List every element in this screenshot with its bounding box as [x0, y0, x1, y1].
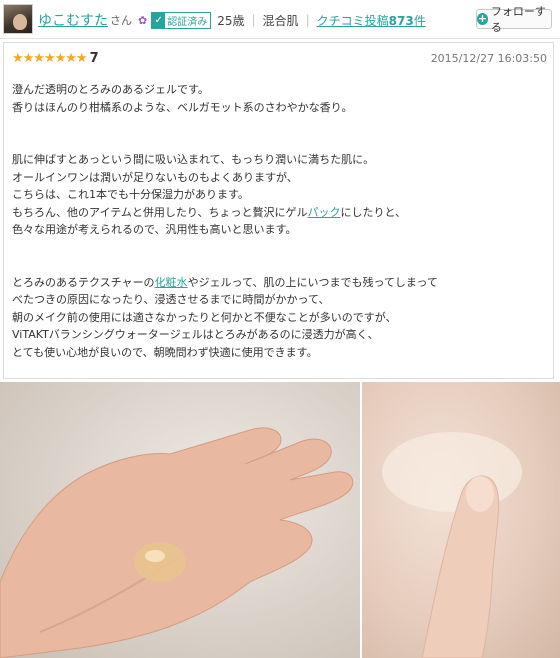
reviewer-header: ゆこむすた さん ✿ ✓ 認証済み 25歳 | 混合肌 | クチコミ投稿873件… — [0, 0, 560, 39]
flower-icon: ✿ — [138, 13, 148, 27]
review-line: とろみのあるテクスチャーの化粧水やジェルって、肌の上にいつまでも残ってしまって — [12, 274, 547, 292]
posts-suffix: 件 — [413, 13, 426, 28]
review-line: べたつきの原因になったり、浸透させるまでに時間がかかって、 — [12, 293, 330, 306]
review-date: 2015/12/27 16:03:50 — [430, 52, 547, 65]
review-card: ★★★★★★★ 7 2015/12/27 16:03:50 澄んだ透明のとろみの… — [3, 42, 554, 379]
hand-illustration — [0, 427, 354, 658]
honorific: さん — [110, 14, 132, 27]
review-text: もちろん、他のアイテムと併用したり、ちょっと贅沢にゲル — [12, 205, 308, 219]
avatar[interactable] — [3, 4, 33, 34]
rating-stars: ★★★★★★★ 7 — [12, 51, 99, 66]
review-line: 色々な用途が考えられるので、汎用性も高いと思います。 — [12, 223, 297, 236]
username-link[interactable]: ゆこむすた — [38, 10, 108, 30]
pack-link[interactable]: パック — [307, 206, 340, 219]
review-line: 香りはほんのり柑橘系のような、ベルガモット系のさわやかな香り。 — [12, 100, 353, 114]
review-line: とても使い心地が良いので、朝晩問わず快適に使用できます。 — [12, 345, 318, 359]
review-text: にしたりと、 — [340, 205, 407, 219]
review-line: 肌に伸ばすとあっという間に吸い込まれて、もっちり潤いに満ちた肌に。 — [12, 153, 375, 166]
review-line: 朝のメイク前の使用には適さなかったりと何かと不便なことが多いのですが、 — [12, 310, 397, 324]
review-text: とろみのあるテクスチャーの — [12, 275, 155, 289]
review-body: 澄んだ透明のとろみのあるジェルです。 香りはほんのり柑橘系のような、ベルガモット… — [12, 81, 547, 361]
gel-drop — [134, 542, 186, 582]
review-line: ViTAKTバランシングウォータージェルはとろみがあるのに浸透力が高く、 — [12, 328, 379, 341]
skin-illustration — [382, 432, 522, 658]
verified-badge: ✓ 認証済み — [151, 11, 212, 29]
posts-prefix: クチコミ投稿 — [316, 13, 389, 28]
follow-button[interactable]: + フォローする — [476, 5, 552, 34]
follow-label: フォローする — [490, 5, 546, 34]
reviewer-info: ゆこむすた さん ✿ ✓ 認証済み 25歳 | 混合肌 | クチコミ投稿873件 — [38, 10, 426, 30]
rating-value: 7 — [89, 51, 99, 66]
face-skin-photo[interactable] — [362, 382, 560, 658]
lotion-link[interactable]: 化粧水 — [155, 276, 188, 289]
skin-type: 混合肌 — [262, 13, 299, 28]
avatar-face — [13, 14, 27, 30]
divider: | — [305, 13, 310, 27]
verified-label: 認証済み — [167, 16, 208, 28]
review-line: 澄んだ透明のとろみのあるジェルです。 — [12, 83, 209, 96]
review-line: もちろん、他のアイテムと併用したり、ちょっと贅沢にゲルパックにしたりと、 — [12, 204, 547, 222]
posts-count: 873 — [388, 13, 414, 28]
star-icons: ★★★★★★★ — [12, 51, 88, 66]
plus-icon: + — [477, 12, 488, 25]
divider: | — [251, 13, 256, 27]
reviewer-age: 25歳 — [217, 13, 245, 28]
hand-gel-photo[interactable] — [0, 382, 360, 658]
review-line: こちらは、これ1本でも十分保湿力があります。 — [12, 188, 249, 201]
review-line: オールインワンは潤いが足りないものもよくありますが、 — [12, 170, 298, 184]
check-icon: ✓ — [152, 12, 166, 28]
review-count-link[interactable]: クチコミ投稿873件 — [317, 12, 426, 29]
review-text: やジェルって、肌の上にいつまでも残ってしまって — [187, 275, 438, 289]
